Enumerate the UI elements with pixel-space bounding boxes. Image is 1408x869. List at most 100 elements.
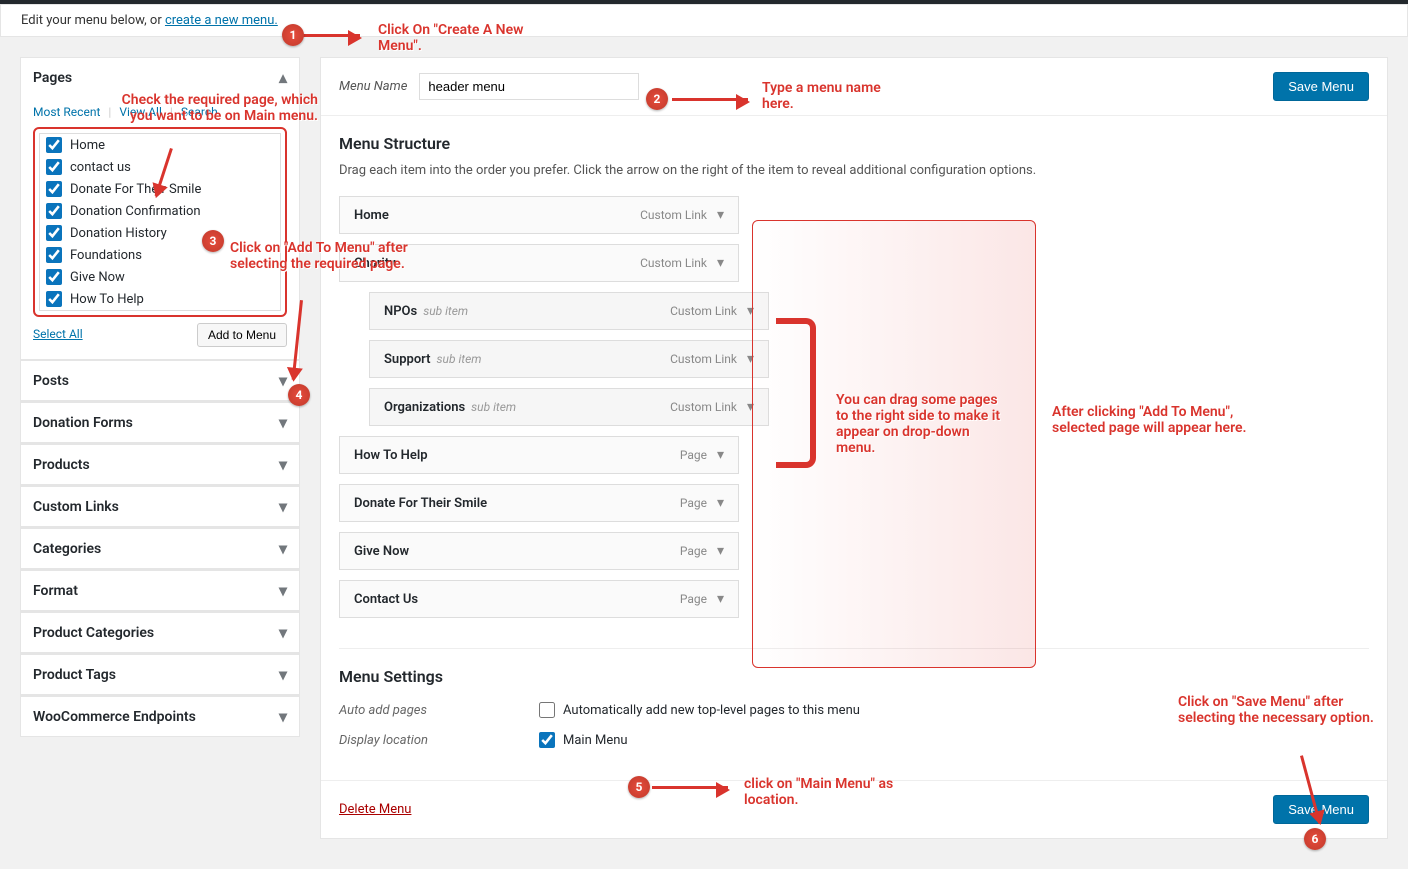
caret-down-icon: ▾ (717, 591, 724, 607)
menu-item[interactable]: Organizationssub itemCustom Link▾ (369, 388, 769, 426)
accordion-label: Custom Links (33, 499, 119, 515)
page-item-label: Donate For Their Smile (70, 182, 201, 197)
caret-down-icon: ▾ (279, 707, 287, 726)
page-item[interactable]: How To Help (40, 288, 280, 310)
anno-badge-1: 1 (282, 24, 304, 46)
page-item[interactable]: Donation Confirmation (40, 200, 280, 222)
accordion-label: Product Tags (33, 667, 116, 683)
page-checkbox[interactable] (46, 181, 62, 197)
accordion-header[interactable]: Product Tags ▾ (21, 654, 299, 694)
accordion-header[interactable]: Product Categories ▾ (21, 612, 299, 652)
page-checkbox[interactable] (46, 291, 62, 307)
arrow-icon (672, 98, 748, 101)
menu-item[interactable]: HomeCustom Link▾ (339, 196, 739, 234)
page-item[interactable]: Foundations (40, 244, 280, 266)
page-item-label: contact us (70, 160, 131, 175)
tab-search[interactable]: Search (181, 105, 218, 119)
menu-name-input[interactable] (419, 73, 639, 100)
accordion-header[interactable]: Posts▾ (21, 361, 299, 400)
display-location-text: Main Menu (563, 733, 628, 748)
caret-down-icon: ▾ (279, 665, 287, 684)
menu-item[interactable]: NPOssub itemCustom Link▾ (369, 292, 769, 330)
menu-structure-title: Menu Structure (339, 134, 1369, 153)
page-checkbox[interactable] (46, 159, 62, 175)
tab-view-all[interactable]: View All (119, 105, 162, 119)
delete-menu-link[interactable]: Delete Menu (339, 802, 411, 817)
page-checkbox[interactable] (46, 137, 62, 153)
accordion-label: Posts (33, 373, 69, 389)
menu-item[interactable]: Supportsub itemCustom Link▾ (369, 340, 769, 378)
anno-badge-5: 5 (628, 776, 650, 798)
auto-add-label: Auto add pages (339, 703, 539, 718)
caret-down-icon: ▾ (279, 413, 287, 432)
menu-item[interactable]: Give NowPage▾ (339, 532, 739, 570)
select-all-link[interactable]: Select All (33, 327, 83, 341)
menu-item-type: Page (680, 448, 707, 462)
anno-badge-3: 3 (202, 230, 224, 252)
caret-down-icon: ▾ (279, 623, 287, 642)
add-to-menu-button[interactable]: Add to Menu (197, 323, 287, 347)
sub-item-tag: sub item (437, 352, 482, 366)
page-item-label: How To Help (70, 292, 144, 307)
page-checkbox[interactable] (46, 203, 62, 219)
menu-name-label: Menu Name (339, 79, 407, 94)
page-item[interactable]: Donation History (40, 222, 280, 244)
menu-item-type: Page (680, 496, 707, 510)
page-item[interactable]: Give Now (40, 266, 280, 288)
save-menu-button-top[interactable]: Save Menu (1273, 72, 1369, 101)
accordion-label: Donation Forms (33, 415, 133, 431)
menu-item[interactable]: Contact UsPage▾ (339, 580, 739, 618)
menu-settings-title: Menu Settings (339, 667, 1369, 686)
menu-item-type: Page (680, 592, 707, 606)
arrow-icon (652, 786, 728, 789)
auto-add-checkbox[interactable] (539, 702, 555, 718)
accordion-header[interactable]: Format▾ (21, 570, 299, 610)
caret-down-icon: ▾ (279, 497, 287, 516)
menu-item-title: How To Help (354, 448, 428, 463)
edit-notice: Edit your menu below, or create a new me… (0, 4, 1408, 37)
menu-item-type: Custom Link (670, 400, 737, 414)
accordion-header[interactable]: Donation Forms ▾ (21, 402, 299, 442)
create-new-menu-link[interactable]: create a new menu. (165, 13, 278, 28)
anno-badge-2: 2 (646, 88, 668, 110)
menu-item-title: Donate For Their Smile (354, 496, 487, 511)
anno-badge-4: 4 (288, 384, 310, 406)
accordion-header[interactable]: WooCommerce Endpoints▾ (21, 696, 299, 736)
caret-down-icon: ▾ (279, 455, 287, 474)
caret-up-icon: ▴ (279, 68, 287, 87)
page-item[interactable]: Home (40, 134, 280, 156)
page-item-label: Home (70, 138, 105, 153)
caret-down-icon: ▾ (279, 581, 287, 600)
caret-down-icon: ▾ (717, 207, 724, 223)
menu-item[interactable]: CharityCustom Link▾ (339, 244, 739, 282)
accordion-pages[interactable]: Pages ▴ (21, 58, 299, 97)
tab-most-recent[interactable]: Most Recent (33, 105, 100, 119)
menu-item[interactable]: How To HelpPage▾ (339, 436, 739, 474)
auto-add-text: Automatically add new top-level pages to… (563, 703, 860, 718)
menu-item-title: Support (384, 352, 431, 367)
accordion-label: Product Categories (33, 625, 154, 641)
menu-item[interactable]: Donate For Their Smile Page ▾ (339, 484, 739, 522)
page-checkbox[interactable] (46, 247, 62, 263)
menu-item-type: Custom Link (670, 352, 737, 366)
caret-down-icon: ▾ (717, 543, 724, 559)
menu-item-type: Custom Link (640, 256, 707, 270)
page-checkbox[interactable] (46, 269, 62, 285)
caret-down-icon: ▾ (717, 495, 724, 511)
page-checkbox[interactable] (46, 225, 62, 241)
menu-item-title: NPOs (384, 304, 417, 319)
page-list[interactable]: Home contact us Donate For Their Smile Dona… (39, 133, 281, 311)
accordion-header[interactable]: Products▾ (21, 444, 299, 484)
page-item[interactable]: contact us (40, 156, 280, 178)
page-item-label: Give Now (70, 270, 125, 285)
main-menu-checkbox[interactable] (539, 732, 555, 748)
red-bracket (776, 318, 816, 468)
accordion-header[interactable]: Categories▾ (21, 528, 299, 568)
edit-notice-prefix: Edit your menu below, or (21, 13, 165, 28)
accordion-label: Categories (33, 541, 101, 557)
accordion-pages-label: Pages (33, 70, 72, 86)
anno-badge-6: 6 (1304, 828, 1326, 850)
accordion-header[interactable]: Custom Links ▾ (21, 486, 299, 526)
menu-item-title: Organizations (384, 400, 465, 415)
menu-structure-desc: Drag each item into the order you prefer… (339, 163, 1369, 178)
